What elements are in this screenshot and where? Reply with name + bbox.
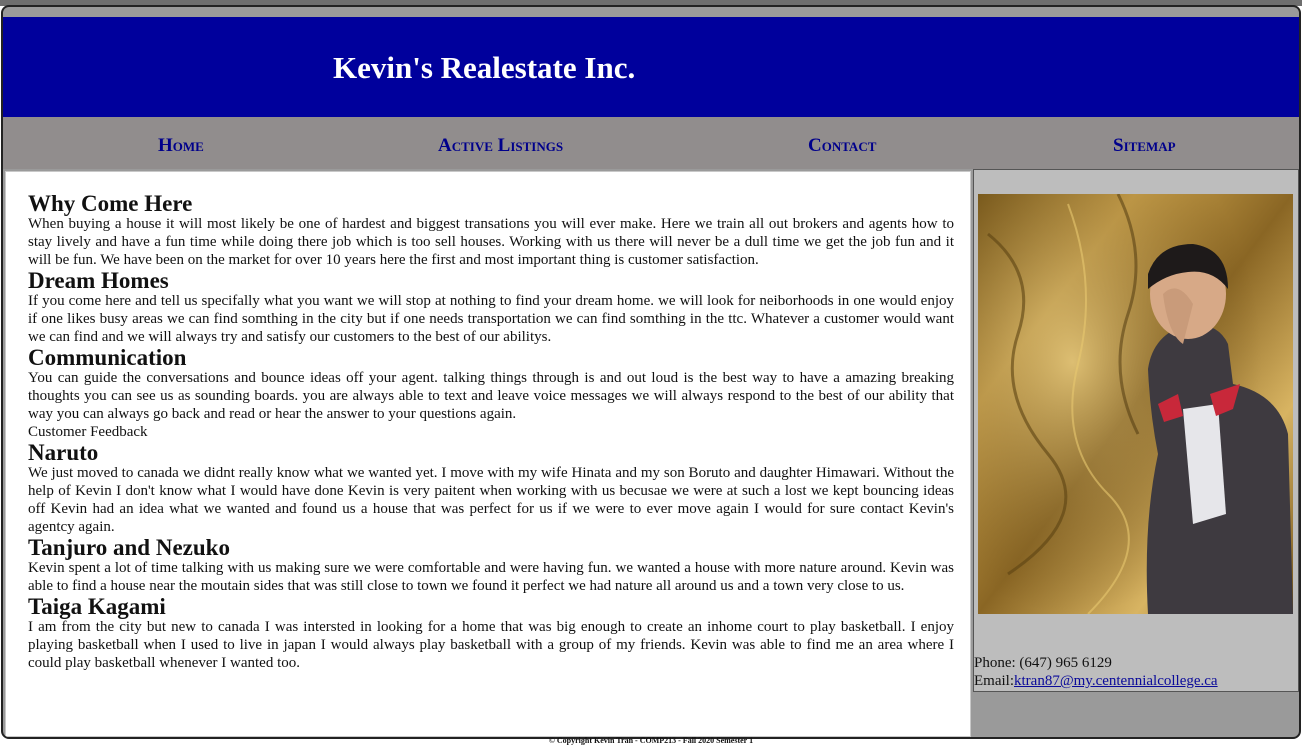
section-heading-dream-homes: Dream Homes: [28, 268, 169, 293]
header-banner: Kevin's Realestate Inc.: [3, 17, 1299, 117]
contact-phone: Phone: (647) 965 6129: [974, 655, 1112, 671]
feedback-text-naruto: We just moved to canada we didnt really …: [28, 465, 954, 535]
main-content: Why Come Here When buying a house it wil…: [5, 171, 971, 737]
nav-home-link[interactable]: Home: [158, 135, 204, 157]
footer-copyright: © Copyright Kevin Tran - COMP213 - Fall …: [548, 736, 754, 745]
feedback-text-tanjuro-nezuko: Kevin spent a lot of time talking with u…: [28, 560, 954, 594]
feedback-heading-taiga-kagami: Taiga Kagami: [28, 594, 166, 619]
agent-photo: [978, 194, 1293, 614]
email-label: Email:: [974, 673, 1014, 689]
main-nav: Home Active Listings Contact Sitemap: [3, 117, 1299, 169]
nav-sitemap-link[interactable]: Sitemap: [1113, 135, 1176, 157]
nav-contact-link[interactable]: Contact: [808, 135, 876, 157]
feedback-heading-naruto: Naruto: [28, 440, 99, 465]
section-text-dream-homes: If you come here and tell us specifally …: [28, 293, 954, 345]
section-text-communication: You can guide the conversations and boun…: [28, 370, 954, 422]
page-frame: Kevin's Realestate Inc. Home Active List…: [1, 5, 1301, 739]
feedback-heading-tanjuro-nezuko: Tanjuro and Nezuko: [28, 535, 230, 560]
sidebar: Phone: (647) 965 6129 Email:ktran87@my.c…: [973, 169, 1299, 692]
email-link[interactable]: ktran87@my.centennialcollege.ca: [1014, 673, 1218, 689]
site-title: Kevin's Realestate Inc.: [333, 50, 636, 85]
feedback-text-taiga-kagami: I am from the city but new to canada I w…: [28, 619, 954, 671]
contact-info: Phone: (647) 965 6129 Email:ktran87@my.c…: [974, 654, 1218, 690]
customer-feedback-label: Customer Feedback: [28, 424, 148, 440]
contact-email-row: Email:ktran87@my.centennialcollege.ca: [974, 672, 1218, 690]
section-heading-why-come-here: Why Come Here: [28, 191, 193, 216]
section-text-why-come-here: When buying a house it will most likely …: [28, 216, 954, 268]
nav-active-listings-link[interactable]: Active Listings: [438, 135, 563, 157]
section-heading-communication: Communication: [28, 345, 187, 370]
